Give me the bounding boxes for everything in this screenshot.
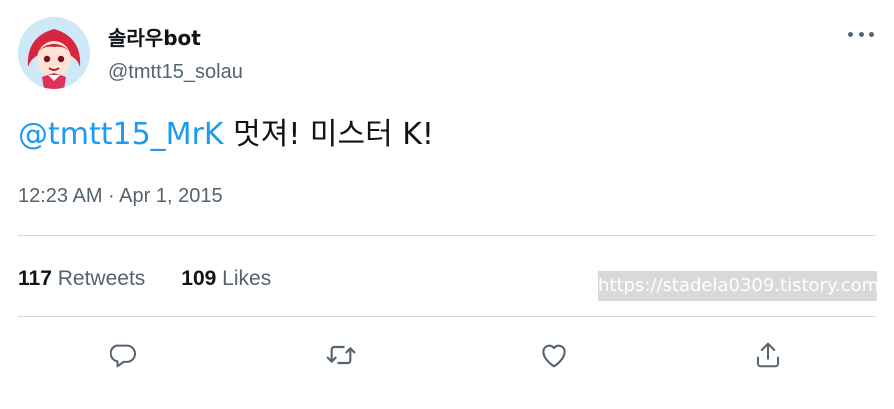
retweets-label: Retweets — [57, 267, 146, 290]
like-button[interactable] — [537, 338, 571, 372]
tweet-text: @tmtt15_MrK 멋져! 미스터 K! — [18, 113, 434, 157]
tweet-card: 솔라우bot @tmtt15_solau @tmtt15_MrK 멋져! 미스터… — [0, 0, 894, 409]
mention-link[interactable]: @tmtt15_MrK — [18, 117, 224, 152]
avatar[interactable] — [18, 17, 90, 89]
share-button[interactable] — [751, 338, 785, 372]
watermark: https://stadela0309.tistory.com — [598, 271, 877, 301]
retweets-stat[interactable]: 117 Retweets — [18, 265, 145, 293]
display-name[interactable]: 솔라우bot — [108, 25, 201, 51]
likes-count: 109 — [181, 267, 217, 290]
reply-button[interactable] — [108, 338, 142, 372]
reply-icon — [110, 344, 136, 368]
retweet-button[interactable] — [324, 338, 358, 372]
retweets-count: 117 — [18, 267, 52, 290]
divider — [18, 316, 876, 317]
tweet-body: 멋져! 미스터 K! — [223, 117, 434, 152]
more-options-icon[interactable] — [848, 24, 874, 44]
retweet-icon — [326, 345, 356, 365]
tweet-timestamp[interactable]: 12:23 AM · Apr 1, 2015 — [18, 183, 223, 209]
user-handle[interactable]: @tmtt15_solau — [108, 59, 243, 85]
likes-label: Likes — [222, 267, 272, 290]
tweet-stats: 117 Retweets 109 Likes — [18, 265, 307, 293]
heart-icon — [542, 344, 566, 368]
divider — [18, 235, 876, 236]
share-icon — [757, 342, 779, 368]
likes-stat[interactable]: 109 Likes — [181, 265, 271, 293]
